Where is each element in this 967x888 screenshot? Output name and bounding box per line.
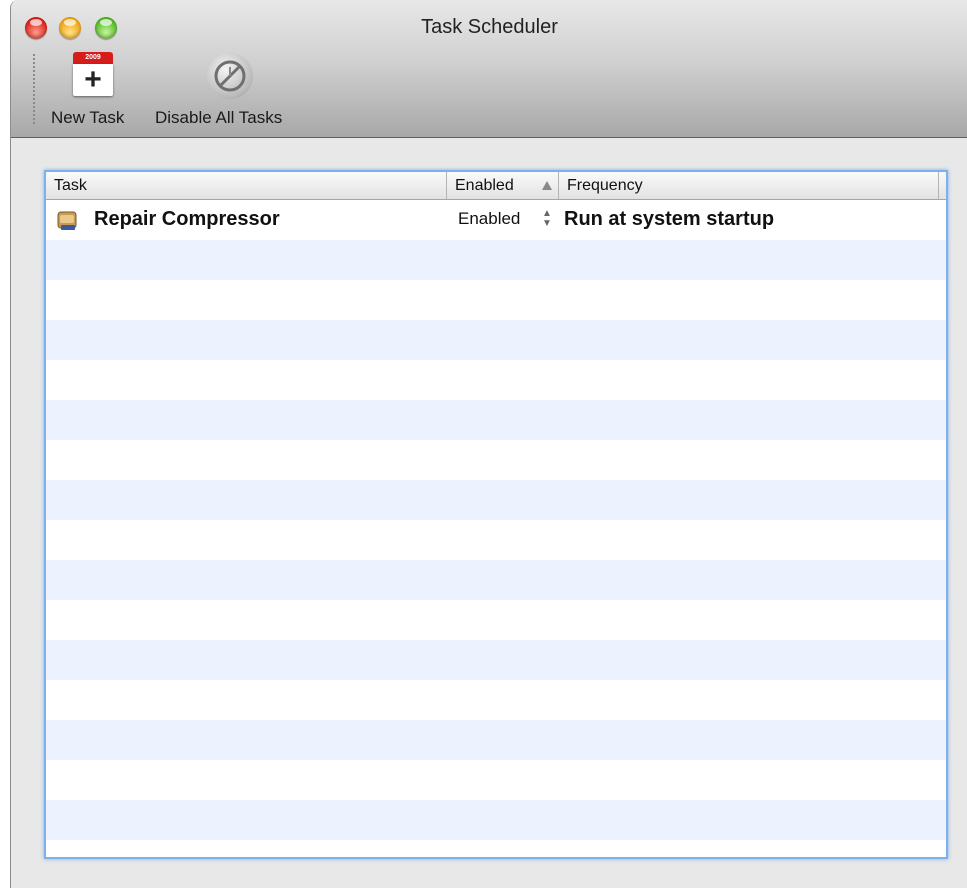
table-row <box>46 520 946 560</box>
column-header-enabled-label: Enabled <box>455 177 514 194</box>
table-row <box>46 640 946 680</box>
disabled-clock-icon <box>207 53 253 99</box>
table-row <box>46 440 946 480</box>
table-row <box>46 600 946 640</box>
table-row <box>46 360 946 400</box>
window-title: Task Scheduler <box>421 16 558 38</box>
table-row <box>46 840 946 857</box>
table-row <box>46 560 946 600</box>
enabled-select[interactable]: Enabled <box>458 200 520 240</box>
disable-all-tasks-label: Disable All Tasks <box>155 108 283 127</box>
table-row <box>46 680 946 720</box>
compressor-app-icon <box>56 208 78 232</box>
column-header-frequency[interactable]: Frequency <box>559 172 939 199</box>
sort-ascending-icon <box>542 181 552 190</box>
table-row <box>46 320 946 360</box>
table-row <box>46 720 946 760</box>
task-frequency: Run at system startup <box>564 208 775 230</box>
table-row <box>46 480 946 520</box>
column-header-enabled[interactable]: Enabled <box>447 172 559 199</box>
toolbar: Task Scheduler 2009 + New Task Disable A… <box>11 0 967 138</box>
content-area: Task Enabled Frequency Repair Compressor… <box>11 138 967 888</box>
table-row <box>46 400 946 440</box>
task-name: Repair Compressor <box>94 208 280 230</box>
enabled-value: Enabled <box>458 209 521 228</box>
table-header: Task Enabled Frequency <box>46 172 946 200</box>
table-row <box>46 280 946 320</box>
table-row <box>46 760 946 800</box>
toolbar-grip <box>33 54 35 124</box>
column-header-task[interactable]: Task <box>46 172 447 199</box>
table-row <box>46 800 946 840</box>
task-scheduler-window: Task Scheduler 2009 + New Task Disable A… <box>10 0 967 888</box>
table-row[interactable]: Repair Compressor Enabled ▲ ▼ Run at syst… <box>46 200 946 240</box>
tasks-table[interactable]: Task Enabled Frequency Repair Compressor… <box>44 170 948 859</box>
new-task-label: New Task <box>51 108 125 127</box>
table-row <box>46 240 946 280</box>
calendar-plus-icon: 2009 + <box>73 52 113 96</box>
enabled-stepper-icon[interactable]: ▲ ▼ <box>542 209 552 229</box>
